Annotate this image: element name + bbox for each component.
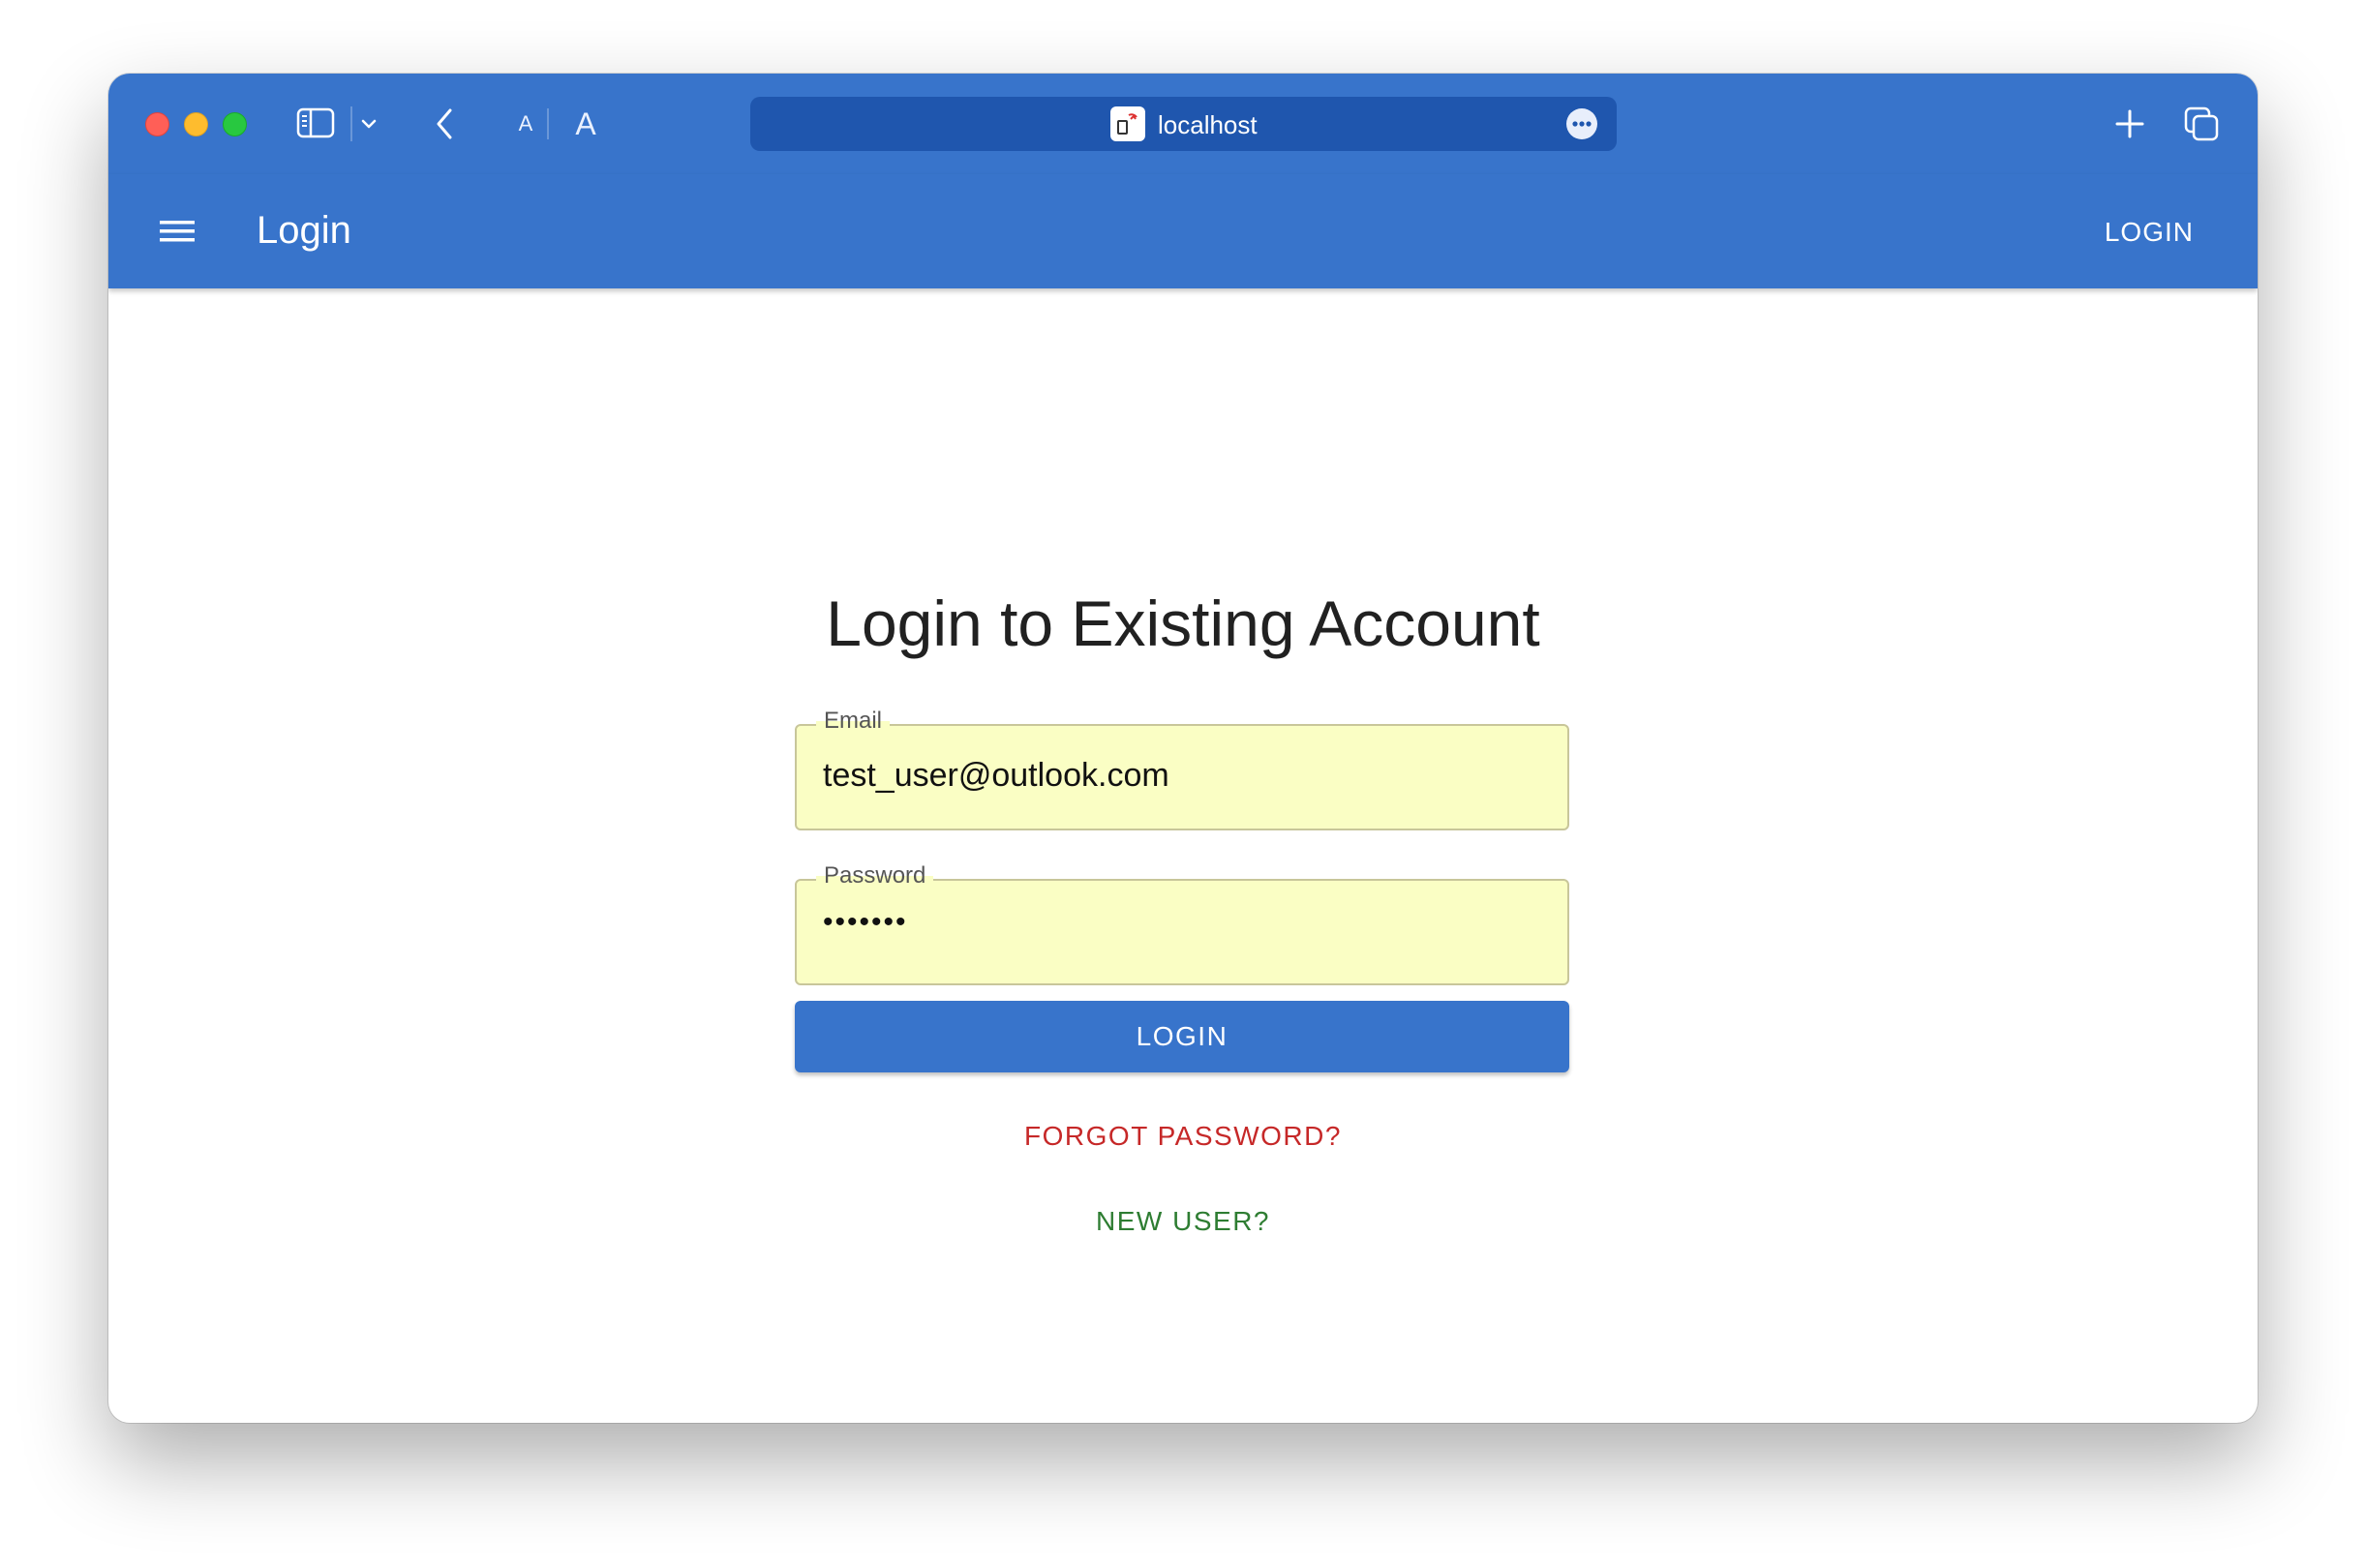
address-bar[interactable]: localhost bbox=[750, 97, 1617, 151]
new-user-link: NEW USER? bbox=[108, 1206, 2258, 1237]
tabs-overview-icon[interactable] bbox=[2180, 103, 2223, 145]
new-user-label[interactable]: NEW USER? bbox=[1096, 1206, 1270, 1236]
increase-font-button[interactable]: A bbox=[560, 101, 612, 147]
plus-icon[interactable] bbox=[2108, 103, 2151, 145]
ellipsis-icon[interactable] bbox=[1566, 108, 1597, 139]
login-button[interactable]: LOGIN bbox=[795, 1001, 1569, 1072]
window-minimize-button[interactable] bbox=[184, 112, 208, 136]
browser-toolbar: A A localhost bbox=[108, 74, 2258, 174]
password-field[interactable]: Password ••••••• bbox=[795, 862, 1569, 985]
decrease-font-button[interactable]: A bbox=[503, 103, 548, 145]
app-bar: Login LOGIN bbox=[108, 174, 2258, 288]
sidebar-icon[interactable] bbox=[296, 106, 335, 139]
forgot-password-label[interactable]: FORGOT PASSWORD? bbox=[1024, 1121, 1342, 1151]
form-heading: Login to Existing Account bbox=[826, 588, 1540, 659]
window-close-button[interactable] bbox=[145, 112, 169, 136]
toolbar-divider bbox=[350, 106, 352, 141]
appbar-login-button[interactable]: LOGIN bbox=[2105, 217, 2194, 248]
email-value[interactable]: test_user@outlook.com bbox=[823, 757, 1169, 795]
hamburger-menu-icon[interactable] bbox=[155, 211, 199, 252]
chevron-left-icon[interactable] bbox=[428, 105, 461, 143]
password-label: Password bbox=[816, 862, 934, 890]
site-favicon-icon bbox=[1110, 106, 1145, 141]
email-label: Email bbox=[816, 708, 891, 735]
toolbar-divider bbox=[547, 108, 549, 139]
password-value[interactable]: ••••••• bbox=[823, 906, 908, 939]
email-field[interactable]: Email test_user@outlook.com bbox=[795, 708, 1569, 830]
page-title: Login bbox=[257, 209, 351, 252]
browser-window: A A localhost Login LOGIN Login to Exist… bbox=[108, 74, 2258, 1423]
chevron-down-icon[interactable] bbox=[356, 110, 381, 137]
address-text[interactable]: localhost bbox=[1158, 110, 1258, 140]
window-maximize-button[interactable] bbox=[223, 112, 247, 136]
forgot-password-link: FORGOT PASSWORD? bbox=[108, 1121, 2258, 1152]
